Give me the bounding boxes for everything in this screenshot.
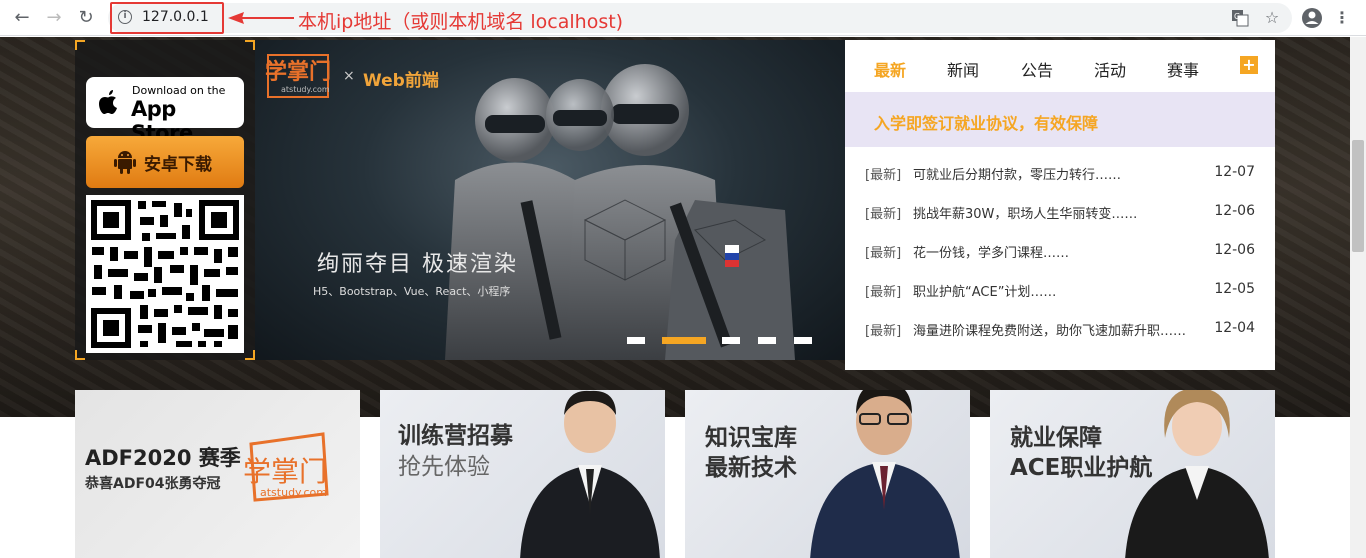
plus-icon[interactable]: + — [1240, 56, 1258, 74]
apple-icon — [99, 90, 117, 114]
carousel-banner[interactable]: 学掌门 atstudy.com × Web前端 绚丽夺目 极速渲染 H5、Boo… — [255, 40, 845, 360]
news-title[interactable]: 可就业后分期付款，零压力转行…… — [913, 164, 1121, 183]
card-title: ADF2020 赛季 — [85, 446, 241, 470]
card-subtitle: 抢先体验 — [398, 454, 490, 480]
news-date: 12-06 — [1214, 203, 1255, 219]
translate-icon[interactable]: G — [1230, 6, 1250, 30]
promo-card-employment[interactable]: 就业保障 ACE职业护航 — [990, 390, 1275, 558]
instructor-photo — [1125, 390, 1269, 558]
annotation-text: 本机ip地址（或则本机域名 localhost) — [298, 11, 624, 33]
headline-bar[interactable]: 入学即签订就业协议，有效保障 — [845, 92, 1275, 147]
scrollbar[interactable] — [1350, 37, 1366, 558]
partner-label: Web前端 — [363, 71, 439, 91]
promo-card-bootcamp[interactable]: 训练营招募 抢先体验 — [380, 390, 665, 558]
promo-card-adf[interactable]: ADF2020 赛季 恭喜ADF04张勇夺冠 学掌门 atstudy.com — [75, 390, 360, 558]
news-date: 12-07 — [1214, 164, 1255, 180]
profile-icon[interactable] — [1300, 6, 1324, 30]
carousel-dot[interactable] — [758, 337, 776, 344]
card-logo-subtext: atstudy.com — [260, 486, 327, 499]
scrollbar-thumb[interactable] — [1352, 140, 1364, 252]
qr-code — [86, 195, 244, 353]
news-title[interactable]: 职业护航“ACE”计划…… — [913, 281, 1056, 300]
corner-decoration — [75, 350, 85, 360]
news-title[interactable]: 挑战年薪30W，职场人生华丽转变…… — [913, 203, 1137, 222]
carousel-dot-active[interactable] — [662, 337, 706, 344]
instructor-photo — [810, 390, 960, 558]
news-tag: [最新] — [865, 168, 902, 183]
news-tag: [最新] — [865, 246, 902, 261]
carousel-dot[interactable] — [722, 337, 740, 344]
news-tag: [最新] — [865, 324, 902, 339]
news-title[interactable]: 海量进阶课程免费附送，助你飞速加薪升职…… — [913, 320, 1186, 339]
annotation-arrow-icon — [228, 12, 294, 24]
list-item[interactable]: [最新] 花一份钱，学多门课程…… 12-06 — [865, 242, 1255, 262]
instructor-photo — [520, 390, 660, 558]
app-store-small-label: Download on the — [132, 84, 226, 97]
promo-card-knowledge[interactable]: 知识宝库 最新技术 — [685, 390, 970, 558]
card-subtitle: 恭喜ADF04张勇夺冠 — [85, 476, 221, 492]
list-item[interactable]: [最新] 可就业后分期付款，零压力转行…… 12-07 — [865, 164, 1255, 184]
corner-decoration — [245, 40, 255, 50]
carousel-dot[interactable] — [794, 337, 812, 344]
reload-icon[interactable]: ↻ — [74, 6, 98, 30]
corner-decoration — [75, 40, 85, 50]
brand-logo-subtext: atstudy.com — [281, 85, 330, 94]
corner-decoration — [245, 350, 255, 360]
collab-x: × — [343, 68, 355, 84]
svg-text:G: G — [1234, 12, 1240, 21]
tab-notice[interactable]: 公告 — [1021, 57, 1053, 81]
list-item[interactable]: [最新] 挑战年薪30W，职场人生华丽转变…… 12-06 — [865, 203, 1255, 223]
soldiers-illustration — [445, 64, 795, 360]
card-subtitle: 最新技术 — [705, 455, 797, 481]
browser-toolbar: ← → ↻ i 127.0.0.1 本机ip地址（或则本机域名 localhos… — [0, 0, 1366, 36]
banner-slogan: 绚丽夺目 极速渲染 — [317, 252, 518, 277]
back-icon[interactable]: ← — [10, 6, 34, 30]
tab-events[interactable]: 活动 — [1094, 57, 1126, 81]
banner-tech-list: H5、Bootstrap、Vue、React、小程序 — [313, 285, 511, 298]
news-tag: [最新] — [865, 207, 902, 222]
news-tag: [最新] — [865, 285, 902, 300]
news-date: 12-06 — [1214, 242, 1255, 258]
tab-latest[interactable]: 最新 — [874, 57, 906, 81]
card-title: 知识宝库 — [705, 425, 797, 451]
info-icon[interactable]: i — [118, 10, 132, 24]
android-download-button[interactable]: 安卓下载 — [86, 136, 244, 188]
android-download-label: 安卓下载 — [144, 155, 212, 175]
list-item[interactable]: [最新] 海量进阶课程免费附送，助你飞速加薪升职…… 12-04 — [865, 320, 1255, 340]
headline-text: 入学即签订就业协议，有效保障 — [874, 114, 1099, 133]
address-text[interactable]: 127.0.0.1 — [142, 9, 209, 25]
brand-logo-text: 学掌门 — [265, 60, 332, 85]
list-item[interactable]: [最新] 职业护航“ACE”计划…… 12-05 — [865, 281, 1255, 301]
forward-icon[interactable]: → — [42, 6, 66, 30]
tab-news[interactable]: 新闻 — [947, 57, 979, 81]
android-icon — [114, 151, 136, 174]
menu-icon[interactable]: ⋮ — [1334, 6, 1350, 30]
carousel-dot[interactable] — [627, 337, 645, 344]
news-date: 12-04 — [1214, 320, 1255, 336]
tab-competition[interactable]: 赛事 — [1167, 57, 1199, 81]
bookmark-star-icon[interactable]: ☆ — [1262, 6, 1282, 30]
news-date: 12-05 — [1214, 281, 1255, 297]
app-store-button[interactable]: Download on the App Store — [86, 77, 244, 145]
news-title[interactable]: 花一份钱，学多门课程…… — [913, 242, 1069, 261]
card-title: 训练营招募 — [398, 423, 513, 449]
qr-code-image — [91, 200, 239, 348]
card-logo-text: 学掌门 — [243, 455, 328, 488]
card-title: 就业保障 — [1010, 425, 1102, 451]
news-panel: 最新 新闻 公告 活动 赛事 + 入学即签订就业协议，有效保障 [最新] 可就业… — [845, 40, 1275, 370]
